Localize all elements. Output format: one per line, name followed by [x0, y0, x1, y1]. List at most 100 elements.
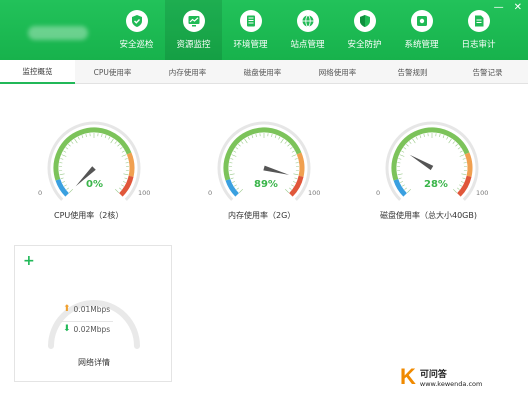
- gauge-tick: [108, 136, 111, 140]
- watermark-url: www.kewenda.com: [419, 379, 483, 388]
- upload-rate: 0.01Mbps: [73, 304, 111, 314]
- tab-memory[interactable]: 内存使用率: [150, 60, 225, 84]
- add-icon[interactable]: +: [23, 254, 35, 268]
- gauge-tick: [104, 135, 107, 139]
- gauge-tick: [118, 187, 122, 190]
- cpu-gauge-dial: [47, 121, 141, 201]
- nav-label: 资源监控: [176, 40, 211, 50]
- cpu-gauge: 0% 0 100 CPU使用率（2核）: [34, 118, 154, 238]
- network-card[interactable]: + ⬆ 0.01Mbps ⬇ 0.02Mbps 网络详情: [14, 245, 172, 382]
- gauge-tick: [294, 158, 298, 160]
- watermark: K 可问答 www.kewenda.com: [400, 366, 482, 388]
- nav-item-security-inspection[interactable]: 安全巡检: [108, 0, 165, 60]
- gauge-tick: [403, 147, 407, 150]
- gauge-tick: [123, 173, 129, 176]
- app-window: — ✕ 安全巡检 资源监控 环境管理 站点管理 安全防护 系统管理 日志审计 监…: [0, 0, 528, 396]
- separator: [61, 321, 113, 322]
- tab-cpu[interactable]: CPU使用率: [75, 60, 150, 84]
- nav-item-environment[interactable]: 环境管理: [222, 0, 279, 60]
- nav-item-site[interactable]: 站点管理: [279, 0, 336, 60]
- memory-gauge-min: 0: [208, 189, 213, 197]
- gauge-tick: [442, 135, 445, 139]
- gauge-tick: [412, 138, 416, 144]
- gauge-tick: [232, 181, 236, 183]
- disk-gauge-value: 28%: [424, 179, 448, 190]
- cpu-gauge-caption: CPU使用率（2核）: [54, 211, 124, 220]
- gauge-tick: [110, 138, 114, 144]
- nav-label: 站点管理: [290, 40, 325, 50]
- gauge-tick: [289, 147, 293, 150]
- main-nav: 安全巡检 资源监控 环境管理 站点管理 安全防护 系统管理 日志审计: [108, 0, 507, 60]
- nav-item-log-audit[interactable]: 日志审计: [450, 0, 507, 60]
- gauge-tick: [453, 189, 457, 193]
- gauge-tick: [60, 177, 64, 180]
- tab-network[interactable]: 网络使用率: [300, 60, 375, 84]
- gauge-tick: [288, 187, 292, 190]
- gauge-tick: [64, 184, 67, 187]
- upload-row: ⬆ 0.01Mbps: [63, 304, 110, 314]
- gauge-tick: [278, 136, 281, 140]
- nav-item-system[interactable]: 系统管理: [393, 0, 450, 60]
- tab-alert-records[interactable]: 告警记录: [450, 60, 525, 84]
- download-rate: 0.02Mbps: [73, 324, 111, 334]
- gauge-tick: [402, 184, 405, 187]
- gauge-tick: [446, 136, 449, 140]
- gauge-tick: [66, 187, 70, 190]
- gauge-tick: [63, 150, 67, 153]
- gauge-tick: [230, 158, 234, 160]
- network-caption: 网络详情: [78, 358, 110, 367]
- gauge-tick: [291, 154, 297, 157]
- cpu-gauge-value: 0%: [86, 179, 103, 190]
- nav-item-security-protection[interactable]: 安全防护: [336, 0, 393, 60]
- gauge-tick: [122, 181, 126, 183]
- gauge-tick: [293, 173, 299, 176]
- nav-label: 系统管理: [404, 40, 439, 50]
- tab-overview[interactable]: 监控概览: [0, 60, 75, 84]
- gear-icon: [410, 10, 433, 32]
- server-icon: [239, 10, 262, 32]
- globe-icon: [296, 10, 319, 32]
- gauge-tick: [65, 147, 69, 150]
- nav-label: 安全防护: [347, 40, 382, 50]
- gauge-tick: [462, 158, 466, 160]
- shield-check-icon: [125, 10, 148, 32]
- gauge-tick: [459, 184, 462, 187]
- gauge-tick: [419, 135, 422, 139]
- gauge-tick: [423, 133, 425, 137]
- gauge-tick: [291, 150, 295, 153]
- gauge-tick: [230, 177, 234, 180]
- gauge-tick: [81, 135, 84, 139]
- gauge-segment: [55, 178, 69, 197]
- gauge-tick: [280, 138, 284, 144]
- gauge-tick: [234, 184, 237, 187]
- gauge-tick: [461, 173, 467, 176]
- gauge-tick: [114, 141, 117, 144]
- gauge-tick: [397, 173, 403, 176]
- close-button[interactable]: ✕: [514, 2, 522, 14]
- gauge-tick: [235, 147, 239, 150]
- download-arrow-icon: ⬇: [63, 324, 71, 334]
- nav-item-resource-monitor[interactable]: 资源监控: [165, 0, 222, 60]
- gauge-tick: [121, 184, 124, 187]
- tab-alert-rules[interactable]: 告警规则: [375, 60, 450, 84]
- gauge-tick: [407, 189, 411, 193]
- gauge-tick: [238, 144, 241, 147]
- gauge-tick: [448, 138, 452, 144]
- gauge-tick: [284, 141, 287, 144]
- gauge-tick: [247, 136, 250, 140]
- gauge-tick: [398, 158, 402, 160]
- document-icon: [467, 10, 490, 32]
- disk-gauge-max: 100: [476, 189, 489, 197]
- gauge-tick: [68, 144, 71, 147]
- gauge-tick: [124, 177, 128, 180]
- gauge-tick: [244, 138, 248, 144]
- gauge-tick: [241, 141, 244, 144]
- gauge-tick: [452, 141, 455, 144]
- download-row: ⬇ 0.02Mbps: [63, 324, 110, 334]
- gauge-segment: [223, 127, 302, 181]
- gauge-tick: [121, 150, 125, 153]
- gauge-tick: [61, 154, 67, 157]
- gauge-tick: [456, 187, 460, 190]
- gauge-tick: [117, 144, 120, 147]
- tab-disk[interactable]: 磁盘使用率: [225, 60, 300, 84]
